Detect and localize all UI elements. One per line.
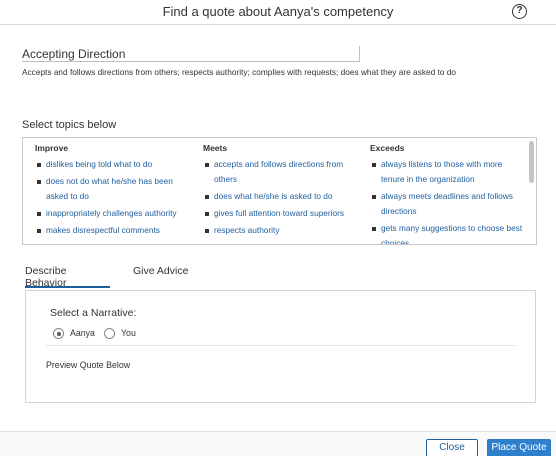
describe-behavior-panel: Select a Narrative: Aanya You Preview Qu…	[25, 290, 536, 403]
topic-item[interactable]: inappropriately challenges authority	[35, 206, 195, 221]
radio-aanya[interactable]	[53, 328, 64, 339]
topic-item[interactable]: does what he/she is asked to do	[203, 189, 363, 204]
topic-item[interactable]: respects authority	[203, 223, 363, 238]
topic-item[interactable]: gets many suggestions to choose best cho…	[370, 221, 525, 244]
dialog-title: Find a quote about Aanya's competency	[162, 4, 394, 19]
topics-column-meets: Meets accepts and follows directions fro…	[203, 143, 363, 240]
topic-item[interactable]: accepts and follows directions from othe…	[203, 157, 363, 187]
help-icon[interactable]: ?	[512, 4, 527, 19]
column-header: Improve	[35, 143, 69, 153]
tab-bar: Describe Behavior Give Advice	[25, 265, 536, 290]
topic-item[interactable]: makes disrespectful comments	[35, 223, 195, 238]
topic-item[interactable]: dislikes being told what to do	[35, 157, 195, 172]
topics-column-exceeds: Exceeds always listens to those with mor…	[370, 143, 525, 244]
preview-quote-label: Preview Quote Below	[46, 360, 131, 370]
topics-list-box: Improve dislikes being told what to do d…	[22, 137, 537, 245]
column-header: Exceeds	[370, 143, 405, 153]
topics-heading: Select topics below	[22, 119, 117, 131]
topic-item[interactable]: gives full attention toward superiors	[203, 206, 363, 221]
close-button[interactable]: Close	[426, 439, 478, 456]
column-header: Meets	[203, 143, 228, 153]
topics-scrollbar[interactable]	[529, 141, 534, 183]
topic-item[interactable]: always meets deadlines and follows direc…	[370, 189, 525, 219]
topic-item[interactable]: always listens to those with more tenure…	[370, 157, 525, 187]
radio-label-you[interactable]: You	[121, 328, 136, 338]
topics-column-improve: Improve dislikes being told what to do d…	[35, 143, 195, 240]
competency-description: Accepts and follows directions from othe…	[22, 67, 456, 77]
tab-describe-behavior[interactable]: Describe Behavior	[25, 265, 110, 289]
tab-give-advice[interactable]: Give Advice	[133, 265, 188, 288]
narrative-label: Select a Narrative:	[50, 307, 137, 319]
competency-name: Accepting Direction	[22, 46, 360, 62]
radio-label-aanya[interactable]: Aanya	[70, 328, 95, 338]
place-quote-button[interactable]: Place Quote	[487, 439, 551, 456]
dialog-header: Find a quote about Aanya's competency ?	[0, 0, 556, 25]
divider	[46, 345, 516, 346]
topic-item[interactable]: does not do what he/she has been asked t…	[35, 174, 195, 204]
radio-you[interactable]	[104, 328, 115, 339]
